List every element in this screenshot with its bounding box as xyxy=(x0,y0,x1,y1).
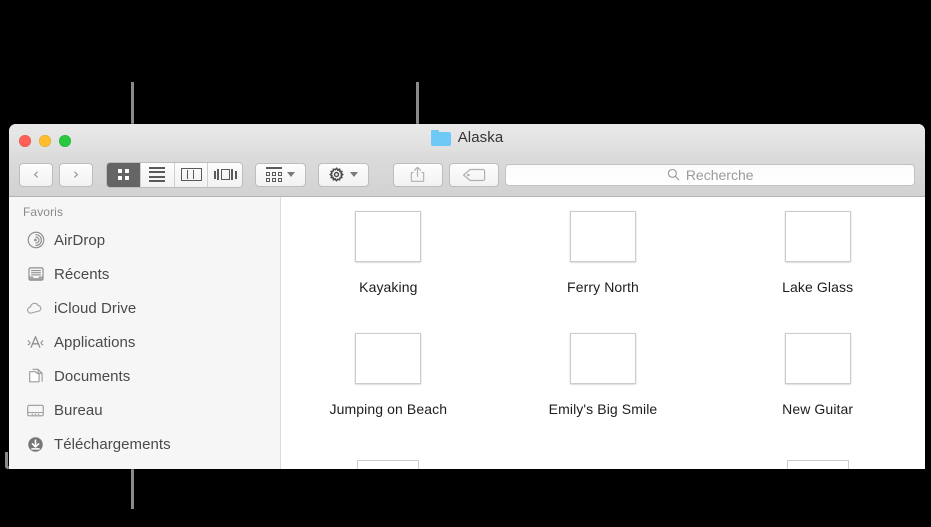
traffic-lights xyxy=(19,135,71,147)
downloads-icon xyxy=(26,435,45,454)
sidebar-item-label: Téléchargements xyxy=(54,435,171,453)
chevron-left-icon: ‹ xyxy=(33,165,39,183)
forward-button[interactable]: › xyxy=(59,162,93,187)
sidebar-item-label: AirDrop xyxy=(54,231,106,249)
sidebar-item-recents[interactable]: Récents xyxy=(9,257,280,291)
chevron-right-icon: › xyxy=(73,165,79,183)
file-item-ferry-north[interactable]: Ferry North xyxy=(496,211,711,333)
sidebar-item-icloud-drive[interactable]: iCloud Drive xyxy=(9,291,280,325)
file-item-lake-glass[interactable]: Lake Glass xyxy=(710,211,925,333)
desktop-icon xyxy=(26,401,45,420)
file-label: Ferry North xyxy=(567,279,639,295)
sidebar-section-favorites-header: Favoris xyxy=(23,205,64,219)
view-mode-gallery-button[interactable] xyxy=(208,163,242,187)
window-body: Favoris AirDrop Récents iCloud Drive App… xyxy=(9,197,925,469)
file-thumbnail xyxy=(355,333,422,384)
file-item-kayaking[interactable]: Kayaking xyxy=(281,211,496,333)
sidebar-item-label: Documents xyxy=(54,367,131,385)
file-item-jumping-on-beach[interactable]: Jumping on Beach xyxy=(281,333,496,455)
window-toolbar: ‹ › Recherche xyxy=(9,153,925,197)
sidebar-item-desktop[interactable]: Bureau xyxy=(9,393,280,427)
file-label: Kayaking xyxy=(359,279,418,295)
folder-icon xyxy=(430,129,451,146)
documents-icon xyxy=(26,367,45,386)
gallery-view-icon xyxy=(213,169,237,180)
tag-icon xyxy=(462,168,486,182)
share-button[interactable] xyxy=(392,162,443,187)
file-thumbnail xyxy=(786,460,849,469)
file-thumbnail xyxy=(355,211,422,262)
finder-window: Alaska ‹ › Recherche Favoris AirDrop Réc… xyxy=(9,124,925,469)
sidebar-item-downloads[interactable]: Téléchargements xyxy=(9,427,280,461)
minimize-window-button[interactable] xyxy=(39,135,51,147)
sidebar-item-label: Récents xyxy=(54,265,110,283)
column-view-icon xyxy=(180,168,202,181)
file-grid: Kayaking Ferry North Lake Glass Jumping … xyxy=(281,197,925,455)
view-mode-segmented-control xyxy=(106,161,244,188)
file-label: Jumping on Beach xyxy=(329,401,448,417)
share-icon xyxy=(410,166,425,183)
action-menu-button[interactable] xyxy=(317,162,369,187)
file-label: New Guitar xyxy=(782,401,854,417)
sidebar-item-airdrop[interactable]: AirDrop xyxy=(9,223,280,257)
file-item-partial[interactable] xyxy=(496,460,711,469)
sidebar-item-label: Bureau xyxy=(54,401,103,419)
sidebar-item-label: iCloud Drive xyxy=(54,299,137,317)
search-placeholder-text: Recherche xyxy=(685,166,754,183)
screenshot-stage: Alaska ‹ › Recherche Favoris AirDrop Réc… xyxy=(0,0,931,527)
window-titlebar: Alaska xyxy=(9,124,925,153)
file-label: Lake Glass xyxy=(782,279,854,295)
back-button[interactable]: ‹ xyxy=(19,162,53,187)
file-grid-area: Kayaking Ferry North Lake Glass Jumping … xyxy=(281,197,925,469)
chevron-down-icon xyxy=(287,172,296,177)
airdrop-icon xyxy=(26,231,45,250)
arrange-by-button[interactable] xyxy=(255,162,306,187)
page-title: Alaska xyxy=(457,129,504,146)
arrange-icon xyxy=(266,167,283,182)
view-mode-icon-button[interactable] xyxy=(107,162,141,187)
search-input[interactable]: Recherche xyxy=(505,163,916,186)
file-thumbnail xyxy=(569,211,636,262)
view-mode-list-button[interactable] xyxy=(141,162,175,187)
file-item-emilys-big-smile[interactable]: Emily's Big Smile xyxy=(496,333,711,455)
tags-button[interactable] xyxy=(449,162,500,187)
close-window-button[interactable] xyxy=(19,135,31,147)
sidebar: Favoris AirDrop Récents iCloud Drive App… xyxy=(9,197,281,469)
list-view-icon xyxy=(149,166,166,183)
icloud-icon xyxy=(26,299,45,318)
file-item-new-guitar[interactable]: New Guitar xyxy=(710,333,925,455)
window-title-group: Alaska xyxy=(9,129,925,146)
sidebar-item-applications[interactable]: Applications xyxy=(9,325,280,359)
sidebar-item-label: Applications xyxy=(54,333,136,351)
callout-leader-sidebar xyxy=(131,466,134,509)
gear-icon xyxy=(328,166,345,183)
view-mode-column-button[interactable] xyxy=(175,162,209,187)
chevron-down-icon xyxy=(350,172,359,177)
file-grid-next-row-partial xyxy=(281,460,925,469)
search-icon xyxy=(667,168,680,181)
zoom-window-button[interactable] xyxy=(59,135,71,147)
file-thumbnail xyxy=(784,333,851,384)
file-item-partial[interactable] xyxy=(281,460,496,469)
file-item-partial[interactable] xyxy=(710,460,925,469)
applications-icon xyxy=(26,333,45,352)
sidebar-item-documents[interactable]: Documents xyxy=(9,359,280,393)
grid-view-icon xyxy=(117,169,129,180)
navigation-buttons: ‹ › xyxy=(19,162,93,187)
file-thumbnail xyxy=(569,333,636,384)
recents-icon xyxy=(26,265,45,284)
file-thumbnail xyxy=(357,460,420,469)
file-label: Emily's Big Smile xyxy=(548,401,658,417)
file-thumbnail xyxy=(784,211,851,262)
